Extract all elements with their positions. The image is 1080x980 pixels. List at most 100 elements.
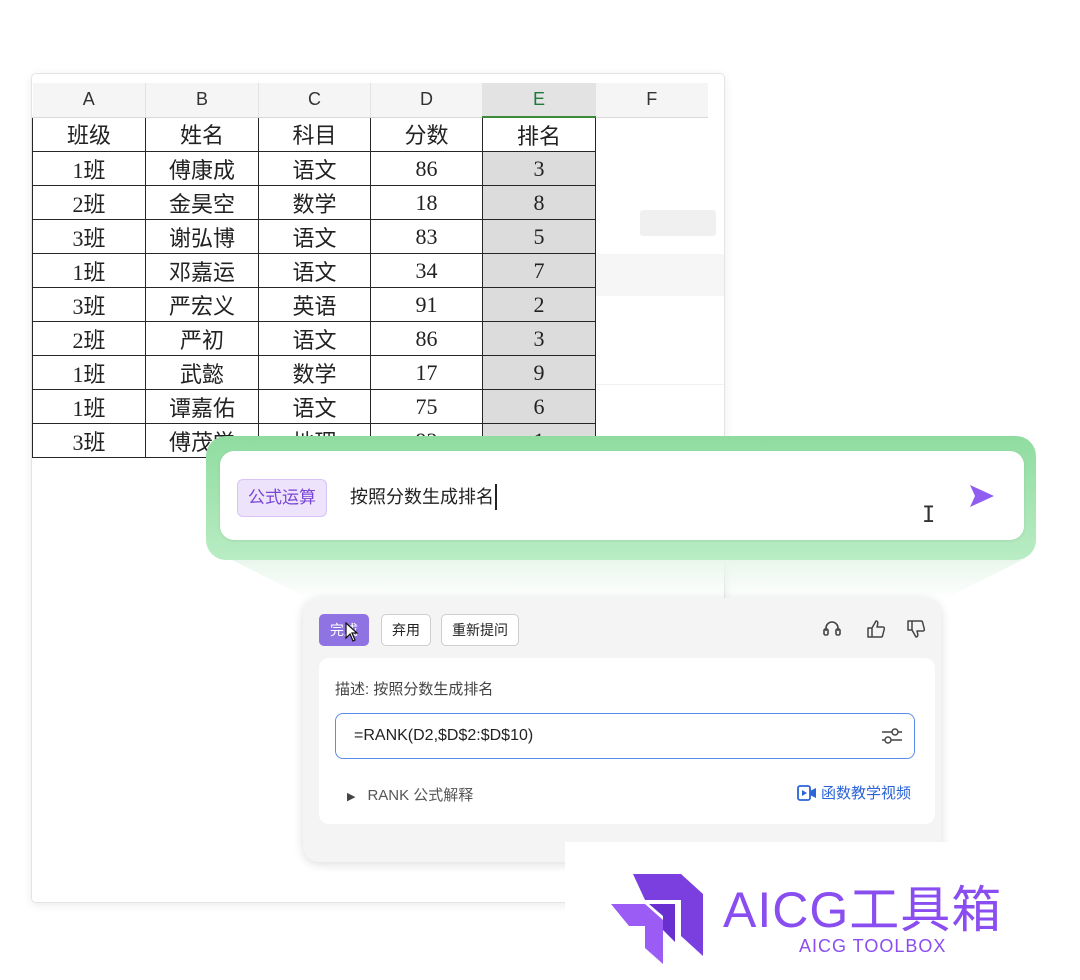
cell[interactable]: 75	[370, 389, 483, 424]
cell[interactable]: 3班	[32, 423, 146, 458]
cell[interactable]: 英语	[258, 287, 371, 322]
triangle-right-icon: ▶	[347, 791, 356, 803]
cell[interactable]: 2班	[32, 321, 146, 356]
formula-mode-chip[interactable]: 公式运算	[237, 479, 327, 517]
cell-empty[interactable]	[596, 186, 708, 220]
cell[interactable]: 1班	[32, 355, 146, 390]
cell[interactable]: 3	[482, 151, 596, 186]
cell-empty[interactable]	[596, 220, 708, 254]
cell-empty[interactable]	[596, 356, 708, 390]
table-row: 2班 金昊空 数学 18 8	[32, 185, 708, 220]
column-header-row: A B C D E F	[32, 83, 708, 118]
column-header-b[interactable]: B	[145, 83, 259, 118]
cell[interactable]: 邓嘉运	[145, 253, 259, 288]
tutorial-video-link[interactable]: 函数教学视频	[797, 782, 911, 803]
column-header-f[interactable]: F	[595, 83, 708, 118]
cell[interactable]: 91	[370, 287, 483, 322]
send-icon[interactable]	[966, 481, 996, 511]
cell[interactable]: 17	[370, 355, 483, 390]
brand-logo-icon	[611, 874, 703, 964]
table-row: 2班 严初 语文 86 3	[32, 321, 708, 356]
column-header-c[interactable]: C	[258, 83, 371, 118]
cell[interactable]: 2	[482, 287, 596, 322]
cell[interactable]: 数学	[258, 355, 371, 390]
cell[interactable]: 2班	[32, 185, 146, 220]
cell[interactable]: 科目	[258, 116, 371, 152]
thumbs-down-icon[interactable]	[905, 618, 927, 640]
cell[interactable]: 语文	[258, 151, 371, 186]
cell[interactable]: 3班	[32, 287, 146, 322]
column-header-a[interactable]: A	[32, 83, 146, 118]
brand-name: AICG工具箱	[723, 882, 1003, 938]
cell[interactable]: 语文	[258, 321, 371, 356]
cell[interactable]: 排名	[482, 116, 596, 152]
cell-empty[interactable]	[596, 288, 708, 322]
description-text: 描述: 按照分数生成排名	[335, 681, 494, 698]
cell-empty[interactable]	[596, 152, 708, 186]
cell-empty[interactable]	[596, 390, 708, 424]
cell[interactable]: 语文	[258, 219, 371, 254]
video-link-label: 函数教学视频	[821, 785, 912, 802]
cell[interactable]: 7	[482, 253, 596, 288]
cell[interactable]: 谭嘉佑	[145, 389, 259, 424]
table-row: 1班 武懿 数学 17 9	[32, 355, 708, 390]
cell[interactable]: 金昊空	[145, 185, 259, 220]
cell[interactable]: 3班	[32, 219, 146, 254]
connector-shade	[232, 560, 1022, 600]
cell[interactable]: 语文	[258, 389, 371, 424]
cell[interactable]: 9	[482, 355, 596, 390]
cell[interactable]: 86	[370, 151, 483, 186]
done-button[interactable]: 完成	[319, 614, 369, 646]
cell[interactable]: 1班	[32, 151, 146, 186]
brand-subtitle: AICG TOOLBOX	[799, 936, 947, 956]
column-header-e[interactable]: E	[482, 83, 596, 118]
cell[interactable]: 8	[482, 185, 596, 220]
mouse-pointer-icon	[345, 622, 359, 642]
cell[interactable]: 谢弘博	[145, 219, 259, 254]
cell[interactable]: 1班	[32, 253, 146, 288]
formula-explanation-toggle[interactable]: ▶ RANK 公式解释	[347, 784, 473, 805]
cell-empty[interactable]	[596, 322, 708, 356]
ai-prompt-bar[interactable]: 公式运算 按照分数生成排名 I	[220, 451, 1024, 540]
video-icon	[797, 785, 816, 801]
table-row: 1班 傅康成 语文 86 3	[32, 151, 708, 186]
formula-field[interactable]: =RANK(D2,$D$2:$D$10)	[335, 713, 915, 759]
table-header-row: 班级 姓名 科目 分数 排名	[32, 116, 708, 152]
ai-result-panel: 完成 弃用 重新提问 描述: 按照分数生成排名 =RANK(D2,$D$2:$D…	[303, 598, 941, 862]
cell[interactable]: 34	[370, 253, 483, 288]
cell[interactable]: 分数	[370, 116, 483, 152]
text-cursor-icon: I	[922, 503, 936, 528]
cell[interactable]: 6	[482, 389, 596, 424]
cell[interactable]: 傅康成	[145, 151, 259, 186]
cell[interactable]: 姓名	[145, 116, 259, 152]
spreadsheet-grid: A B C D E F 班级 姓名 科目 分数 排名 1班 傅康成 语文 86 3 2班金…	[32, 83, 708, 458]
cell[interactable]: 严宏义	[145, 287, 259, 322]
cell[interactable]: 18	[370, 185, 483, 220]
cell[interactable]: 严初	[145, 321, 259, 356]
cell[interactable]: 5	[482, 219, 596, 254]
thumbs-up-icon[interactable]	[865, 618, 887, 640]
cell[interactable]: 83	[370, 219, 483, 254]
cell-empty[interactable]	[596, 117, 708, 152]
table-row: 1班 谭嘉佑 语文 75 6	[32, 389, 708, 424]
settings-sliders-icon[interactable]	[880, 726, 904, 746]
reask-button[interactable]: 重新提问	[441, 614, 519, 646]
cell-empty[interactable]	[596, 254, 708, 288]
cell[interactable]: 3	[482, 321, 596, 356]
formula-text[interactable]: =RANK(D2,$D$2:$D$10)	[354, 727, 533, 745]
explanation-label: RANK 公式解释	[367, 787, 474, 804]
cell[interactable]: 武懿	[145, 355, 259, 390]
cell[interactable]: 数学	[258, 185, 371, 220]
cell[interactable]: 1班	[32, 389, 146, 424]
table-row: 3班 严宏义 英语 91 2	[32, 287, 708, 322]
cell[interactable]: 班级	[32, 116, 146, 152]
headset-icon[interactable]	[821, 618, 843, 640]
cell[interactable]: 语文	[258, 253, 371, 288]
column-header-d[interactable]: D	[370, 83, 483, 118]
table-row: 3班 谢弘博 语文 83 5	[32, 219, 708, 254]
table-row: 1班 邓嘉运 语文 34 7	[32, 253, 708, 288]
brand-watermark: AICG工具箱 AICG TOOLBOX	[565, 842, 1080, 980]
discard-button[interactable]: 弃用	[381, 614, 431, 646]
prompt-input[interactable]: 按照分数生成排名	[350, 484, 497, 510]
cell[interactable]: 86	[370, 321, 483, 356]
